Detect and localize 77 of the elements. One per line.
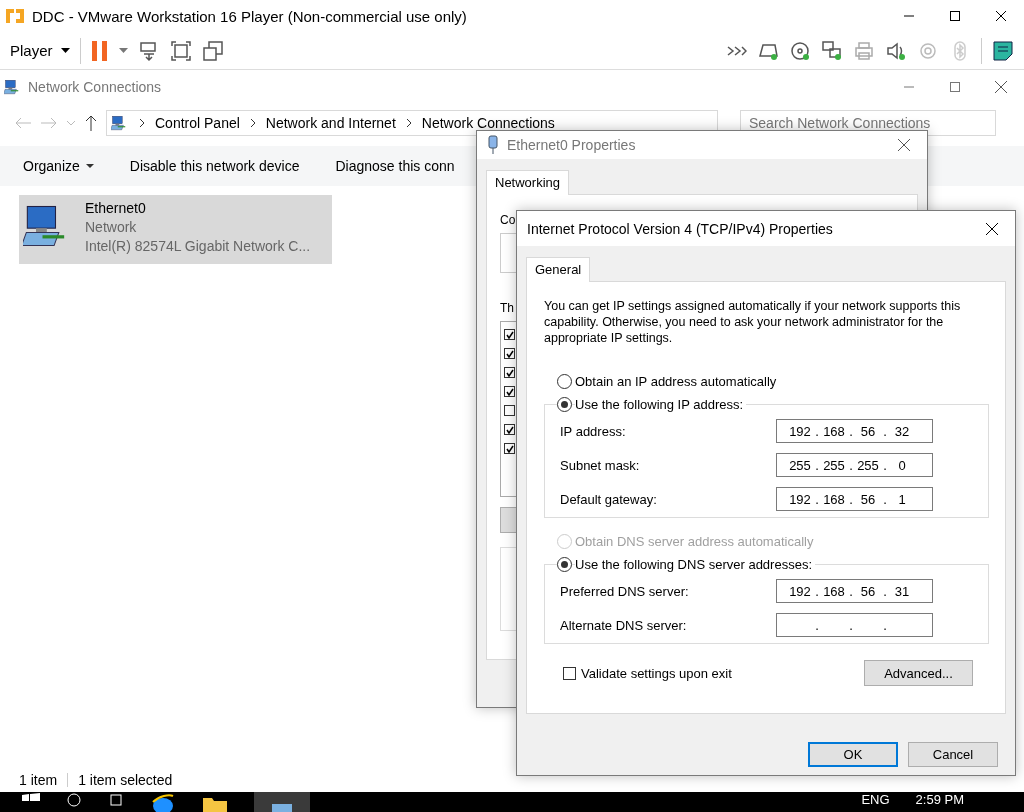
ethernet-plug-icon [487,135,499,155]
intro-text: You can get IP settings assigned automatically if your network supports this capability. Otherwise, you need to ask your network administrator for the appropriate IP settings. [544,298,962,346]
checkbox[interactable] [504,424,515,435]
option-label: Use the following IP address: [575,397,747,412]
chevron-icon [249,118,256,128]
dialog-title: Internet Protocol Version 4 (TCP/IPv4) Properties [527,220,833,237]
caret-icon [85,164,94,168]
active-app-button[interactable] [254,792,310,812]
checkbox[interactable] [504,386,515,397]
connection-name: Ethernet0 [85,200,147,216]
breadcrumb-link[interactable]: Network and Internet [265,115,396,131]
search-icon[interactable] [66,792,82,808]
radio-button[interactable] [557,557,572,572]
field-label: IP address: [560,423,626,439]
ip-address-field[interactable]: 192 . 168 . 56 . 1 [776,487,933,511]
breadcrumb-link[interactable]: Control Panel [155,115,240,131]
checkbox-label: Validate settings upon exit [581,665,732,681]
option-label: Use the following DNS server addresses: [575,557,815,572]
tab[interactable]: General [526,257,591,282]
command-button[interactable]: Disable this network device [129,158,300,174]
checkbox[interactable] [504,443,515,454]
breadcrumb-link[interactable]: Network Connections [421,115,555,131]
task-view-icon[interactable] [108,792,124,808]
status-text: 1 item selected [78,772,173,788]
tab[interactable]: Networking [486,170,570,195]
field-label: Subnet mask: [560,457,640,473]
clock[interactable]: 2:59 PM [915,792,964,807]
command-button[interactable]: Organize [23,158,94,174]
full-screen-icon[interactable] [169,39,192,62]
network-icon[interactable] [821,39,843,62]
connection-status: Network [85,219,138,235]
cd-drive-icon[interactable] [789,39,811,62]
field-label: Default gateway: [560,491,657,507]
checkbox[interactable] [504,329,515,340]
ip-address-field[interactable]: 255 . 255 . 255 . 0 [776,453,933,477]
command-button[interactable]: Diagnose this conn [335,158,455,174]
maximize-icon[interactable] [950,11,960,21]
ip-address-field[interactable]: 192 . 168 . 56 . 32 [776,419,933,443]
caret-icon[interactable] [118,48,128,53]
field-label: Co [500,213,516,227]
notes-icon[interactable] [992,39,1014,62]
ip-address-field[interactable]: . . . [776,613,933,637]
close-icon[interactable] [995,81,1007,93]
option-label: Obtain DNS server address automatically [575,534,817,549]
explorer-title: Network Connections [28,79,162,95]
dialog-button[interactable]: OK [808,742,898,767]
chevron-icon [405,118,412,128]
checkbox[interactable] [504,405,515,416]
field-label: Alternate DNS server: [560,617,687,633]
adapter-name: Intel(R) 82574L Gigabit Network C... [85,238,311,254]
close-icon[interactable] [898,139,910,151]
checkbox[interactable] [504,367,515,378]
close-icon[interactable] [996,11,1006,21]
player-menu[interactable]: Player [10,42,70,59]
chevron-icon [139,118,145,128]
language-indicator[interactable]: ENG [861,792,890,807]
network-connection-item[interactable]: Ethernet0 Network Intel(R) 82574L Gigabit Network C... [19,195,332,264]
dialog-title: Ethernet0 Properties [507,137,636,153]
status-text: 1 item [19,772,58,788]
checkbox[interactable] [504,348,515,359]
field-label: Preferred DNS server: [560,583,689,599]
caret-icon [60,48,70,53]
up-arrow-icon[interactable] [84,114,98,132]
checkbox[interactable] [563,666,576,680]
ip-address-field[interactable]: 192 . 168 . 56 . 31 [776,579,933,603]
advanced-button[interactable]: Advanced... [864,660,973,686]
window-title: DDC - VMware Workstation 16 Player (Non-commercial use only) [32,7,467,25]
dialog-button[interactable]: Cancel [908,742,998,767]
close-icon[interactable] [986,222,998,235]
option-label: Obtain an IP address automatically [575,374,780,389]
radio-button[interactable] [557,397,572,412]
radio-button[interactable] [557,374,572,389]
unity-icon[interactable] [201,39,224,62]
pause-icon[interactable] [90,39,109,62]
restore-icon[interactable] [950,82,960,92]
browser-icon[interactable] [150,792,176,812]
field-label: Th [500,301,514,315]
